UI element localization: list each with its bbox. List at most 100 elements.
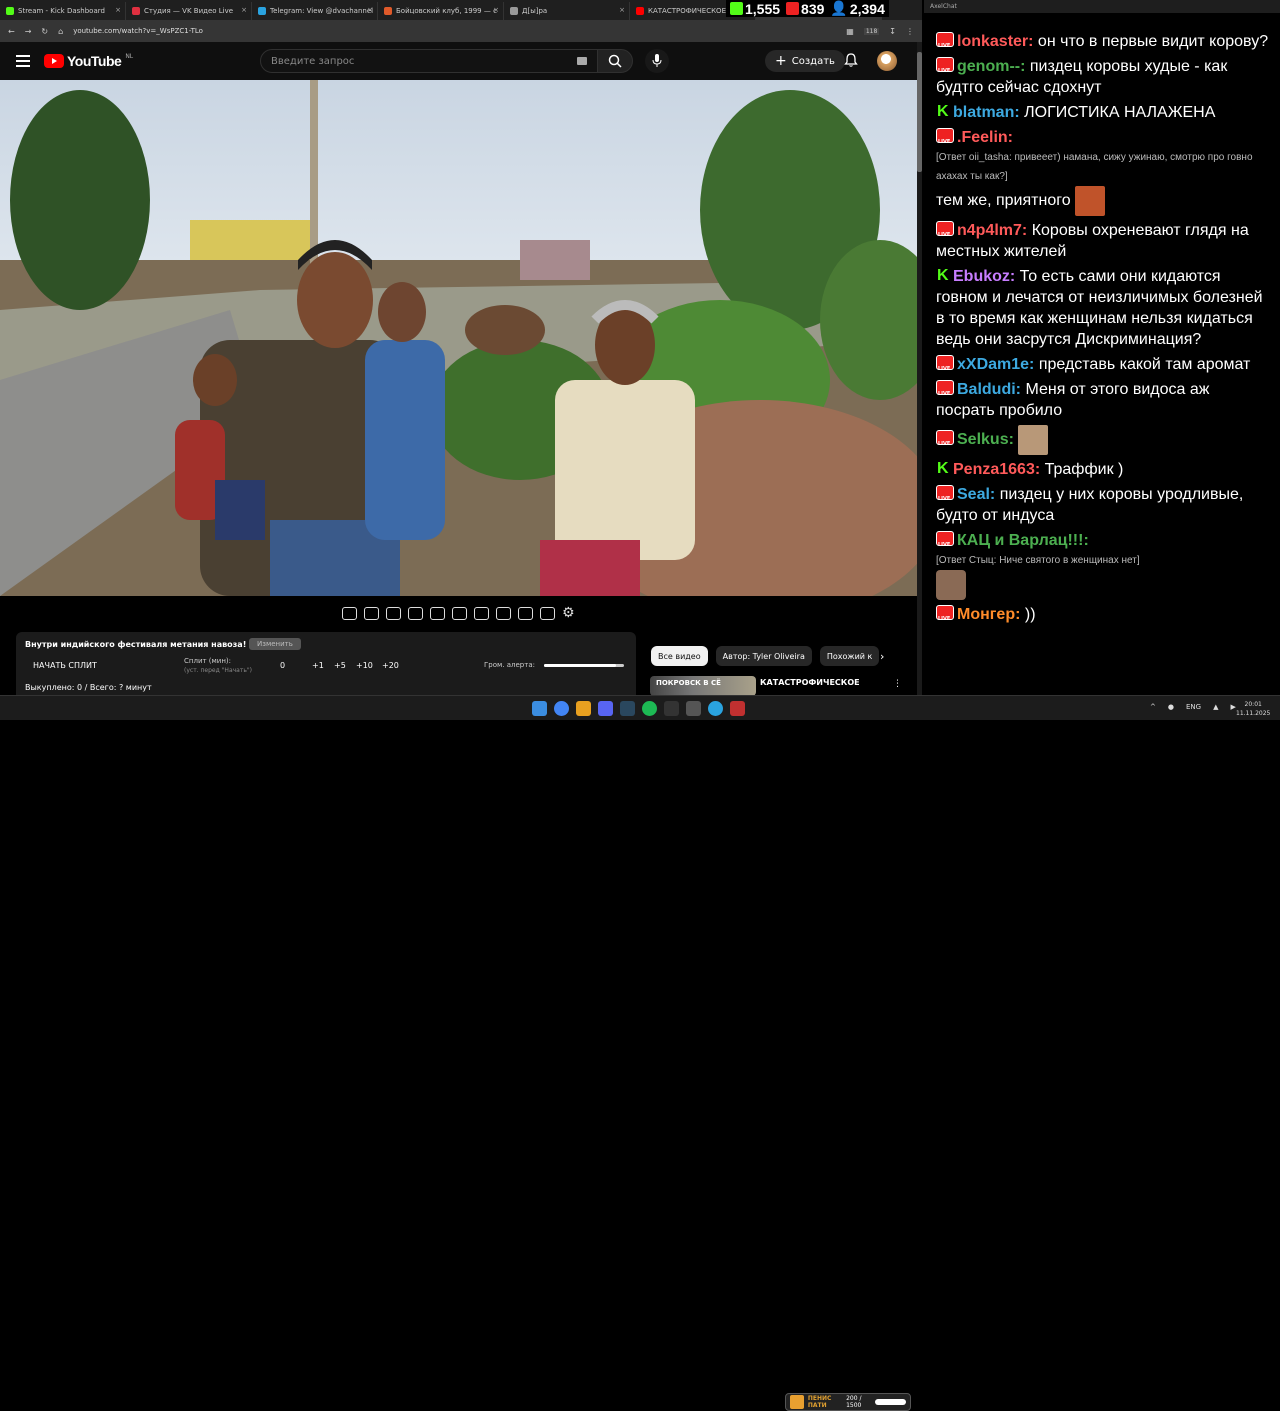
voice-search-button[interactable] — [645, 49, 669, 73]
chat-nick[interactable]: .Feelin: — [957, 129, 1013, 146]
discord-icon[interactable] — [598, 701, 613, 716]
chrome-icon[interactable] — [554, 701, 569, 716]
chat-message: Ebukoz: То есть сами они кидаются говном… — [936, 265, 1271, 350]
plus10-button[interactable]: +10 — [356, 661, 373, 670]
youtube-live-badge-icon — [936, 605, 954, 630]
clock[interactable]: 20:01 11.11.2025 — [1236, 700, 1270, 718]
app-icon[interactable] — [686, 701, 701, 716]
screenshot-icon[interactable] — [386, 606, 401, 620]
create-button[interactable]: + Создать — [765, 50, 845, 72]
chat-nick[interactable]: genom--: — [957, 58, 1025, 75]
broadcast-icon[interactable] — [364, 606, 379, 620]
video-player[interactable] — [0, 80, 917, 596]
chat-nick[interactable]: Ebukoz: — [953, 268, 1015, 285]
chat-messages: lonkaster: он что в первые видит корову?… — [936, 31, 1271, 630]
chat-nick[interactable]: Baldudi: — [957, 381, 1021, 398]
chevron-up-icon[interactable]: ^ — [1150, 703, 1156, 711]
chat-nick[interactable]: lonkaster: — [957, 33, 1033, 50]
close-tab-icon[interactable]: × — [493, 6, 499, 14]
reload-icon[interactable]: ↻ — [41, 27, 48, 36]
wifi-icon[interactable]: ▲ — [1213, 703, 1218, 711]
search-button[interactable] — [597, 49, 633, 73]
page-scrollbar[interactable] — [917, 42, 922, 695]
microphone-icon — [652, 54, 662, 67]
home-icon[interactable]: ⌂ — [58, 27, 63, 36]
more-icon[interactable]: ⋮ — [893, 679, 902, 689]
folder-icon[interactable] — [576, 701, 591, 716]
reco-thumbnail[interactable]: ПОКРОВСК В СЁ — [650, 676, 756, 696]
clip-icon[interactable] — [408, 606, 423, 620]
loop-icon[interactable] — [342, 606, 357, 620]
overlay-box-icon — [790, 1395, 804, 1409]
windows-start-icon[interactable] — [532, 701, 547, 716]
address-bar: ← → ↻ ⌂ youtube.com/watch?v=_WsPZC1-TLo … — [0, 20, 922, 42]
playlist-icon[interactable] — [496, 606, 511, 620]
url-field[interactable]: youtube.com/watch?v=_WsPZC1-TLo — [73, 27, 836, 35]
chat-nick[interactable]: Selkus: — [957, 431, 1014, 448]
chat-nick[interactable]: xXDam1e: — [957, 356, 1034, 373]
chat-nick[interactable]: Penza1663: — [953, 461, 1040, 478]
vk-viewers-stat: 839 — [786, 1, 824, 17]
chat-nick[interactable]: КАЦ и Варлац!!!: — [957, 532, 1089, 549]
chat-message: n4p4lm7: Коровы охреневают глядя на мест… — [936, 220, 1271, 262]
edit-button[interactable]: Изменить — [249, 638, 301, 650]
panel-title: Внутри индийского фестиваля метания наво… — [25, 640, 272, 649]
telegram-icon[interactable] — [708, 701, 723, 716]
close-tab-icon[interactable]: × — [115, 6, 121, 14]
browser-tab[interactable]: Telegram: View @dvachannel × — [252, 2, 378, 20]
theater-icon[interactable] — [452, 606, 467, 620]
extensions-icon[interactable]: ▦ — [846, 27, 854, 36]
keyboard-icon[interactable] — [577, 57, 587, 65]
language-indicator[interactable]: ENG — [1186, 703, 1201, 711]
browser-tab[interactable]: Stream - Kick Dashboard × — [0, 2, 126, 20]
obs-icon[interactable] — [664, 701, 679, 716]
close-tab-icon[interactable]: × — [241, 6, 247, 14]
filter-chip[interactable]: Похожий к — [819, 646, 880, 666]
chat-message: КАЦ и Варлац!!!: [Ответ Стыц: Ниче свято… — [936, 530, 1271, 600]
add-icon[interactable] — [518, 606, 533, 620]
menu-icon[interactable]: ⋮ — [906, 27, 914, 36]
app2-icon[interactable] — [730, 701, 745, 716]
speed-icon[interactable] — [474, 606, 489, 620]
browser-tab[interactable]: Д[ы]ра × — [504, 2, 630, 20]
settings-gear-icon[interactable]: ⚙ — [562, 605, 575, 621]
alert-volume-slider[interactable] — [544, 664, 624, 667]
overlay-label: ПЕНИС ПАТИ — [807, 1395, 832, 1409]
chat-nick[interactable]: Монгер: — [957, 606, 1020, 623]
kick-badge-icon — [936, 101, 950, 122]
reco-title[interactable]: КАТАСТРОФИЧЕСКОЕ — [760, 678, 860, 687]
start-split-button[interactable]: НАЧАТЬ СПЛИТ — [33, 661, 97, 670]
account-avatar[interactable] — [877, 51, 897, 71]
chat-text: он что в первые видит корову? — [1037, 33, 1269, 50]
kick-count: 1,555 — [745, 0, 781, 17]
browser-tab[interactable]: Бойцовский клуб, 1999 — с × — [378, 2, 504, 20]
close-tab-icon[interactable]: × — [367, 6, 373, 14]
chat-message: lonkaster: он что в первые видит корову? — [936, 31, 1271, 57]
steam-icon[interactable] — [620, 701, 635, 716]
notifications-bell-icon[interactable] — [843, 52, 859, 68]
chat-nick[interactable]: n4p4lm7: — [957, 222, 1027, 239]
chat-nick[interactable]: blatman: — [953, 104, 1020, 121]
chevron-right-icon[interactable]: › — [880, 650, 884, 663]
browser-tab[interactable]: Студия — VK Видео Live × — [126, 2, 252, 20]
filter-chip[interactable]: Автор: Tyler Oliveira — [715, 646, 812, 666]
spotify-icon[interactable] — [642, 701, 657, 716]
picture-in-picture-icon[interactable] — [430, 606, 445, 620]
close-tab-icon[interactable]: × — [619, 6, 625, 14]
filter-chip[interactable]: Все видео — [651, 646, 708, 666]
plus1-button[interactable]: +1 — [312, 661, 324, 670]
download-icon[interactable]: ↧ — [889, 27, 896, 36]
back-icon[interactable]: ← — [8, 27, 15, 36]
plus5-button[interactable]: +5 — [334, 661, 346, 670]
chat-nick[interactable]: Seal: — [957, 486, 995, 503]
search-input[interactable]: Введите запрос — [260, 49, 598, 73]
mic-tray-icon[interactable]: ● — [1168, 703, 1174, 711]
youtube-logo[interactable]: YouTube NL — [44, 53, 133, 69]
forward-icon[interactable]: → — [25, 27, 32, 36]
recommended-video[interactable]: ПОКРОВСК В СЁ КАТАСТРОФИЧЕСКОЕ ⋮ — [650, 676, 916, 696]
youtube-live-badge-icon — [936, 128, 954, 153]
scrollbar-thumb[interactable] — [917, 52, 922, 172]
camera-icon[interactable] — [540, 606, 555, 620]
menu-hamburger-icon[interactable] — [16, 55, 30, 67]
plus20-button[interactable]: +20 — [382, 661, 399, 670]
